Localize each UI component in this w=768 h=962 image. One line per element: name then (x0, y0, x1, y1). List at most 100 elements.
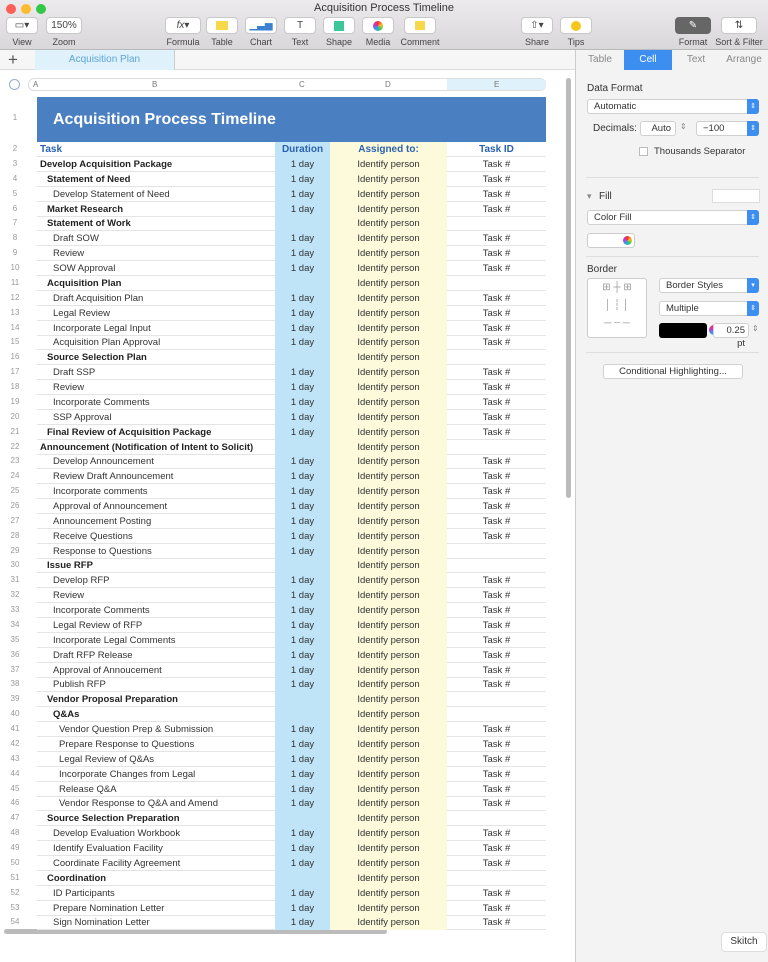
taskid-cell[interactable]: Task # (447, 335, 546, 350)
duration-cell[interactable]: 1 day (275, 201, 330, 217)
assigned-cell[interactable]: Identify person (330, 647, 447, 663)
task-cell[interactable]: Draft Acquisition Plan (37, 291, 275, 306)
skitch-button[interactable]: Skitch (721, 932, 767, 952)
taskid-cell[interactable] (447, 811, 546, 826)
task-cell[interactable]: Incorporate Changes from Legal (37, 767, 275, 782)
task-cell[interactable]: Publish RFP (37, 677, 275, 692)
duration-cell[interactable] (275, 439, 330, 455)
assigned-cell[interactable]: Identify person (330, 811, 447, 827)
taskid-cell[interactable]: Task # (447, 633, 546, 648)
tips-button[interactable]: Tips (560, 17, 592, 47)
taskid-cell[interactable]: Task # (447, 618, 546, 633)
duration-cell[interactable]: 1 day (275, 305, 330, 321)
taskid-cell[interactable]: Task # (447, 603, 546, 618)
taskid-cell[interactable]: Task # (447, 514, 546, 529)
assigned-cell[interactable]: Identify person (330, 409, 447, 425)
assigned-cell[interactable]: Identify person (330, 855, 447, 871)
task-cell[interactable]: Review Draft Announcement (37, 469, 275, 484)
taskid-cell[interactable]: Task # (447, 454, 546, 469)
taskid-cell[interactable]: Task # (447, 261, 546, 276)
border-styles-select[interactable]: Border Styles ▾ (659, 278, 759, 293)
duration-cell[interactable]: 1 day (275, 543, 330, 559)
taskid-cell[interactable]: Task # (447, 648, 546, 663)
share-button[interactable]: ⇧▾ Share (521, 17, 553, 47)
assigned-cell[interactable]: Identify person (330, 677, 447, 693)
duration-cell[interactable]: 1 day (275, 662, 330, 678)
taskid-cell[interactable]: Task # (447, 321, 546, 336)
taskid-cell[interactable]: Task # (447, 469, 546, 484)
assigned-cell[interactable]: Identify person (330, 826, 447, 842)
taskid-cell[interactable] (447, 440, 546, 455)
task-cell[interactable]: Approval of Annoucement (37, 663, 275, 678)
taskid-cell[interactable]: Task # (447, 722, 546, 737)
assigned-cell[interactable]: Identify person (330, 350, 447, 366)
duration-cell[interactable]: 1 day (275, 320, 330, 336)
table-title-cell[interactable]: Acquisition Process Timeline (37, 97, 546, 142)
assigned-cell[interactable]: Identify person (330, 632, 447, 648)
duration-cell[interactable]: 1 day (275, 915, 330, 931)
taskid-cell[interactable]: Task # (447, 767, 546, 782)
border-width-stepper[interactable]: ⇕ (752, 324, 759, 333)
duration-cell[interactable]: 1 day (275, 231, 330, 247)
taskid-cell[interactable]: Task # (447, 395, 546, 410)
color-wheel-icon[interactable] (623, 236, 632, 245)
tab-cell[interactable]: Cell (624, 50, 672, 70)
task-cell[interactable]: Announcement Posting (37, 514, 275, 529)
duration-cell[interactable]: 1 day (275, 766, 330, 782)
assigned-cell[interactable]: Identify person (330, 885, 447, 901)
view-button[interactable]: ▭▾ View (6, 17, 38, 47)
column-b[interactable]: B (152, 80, 157, 89)
task-cell[interactable]: Sign Nomination Letter (37, 915, 275, 930)
assigned-cell[interactable]: Identify person (330, 781, 447, 797)
assigned-cell[interactable]: Identify person (330, 915, 447, 931)
column-d[interactable]: D (385, 80, 391, 89)
task-cell[interactable]: Source Selection Plan (37, 350, 275, 365)
taskid-cell[interactable]: Task # (447, 796, 546, 811)
assigned-cell[interactable]: Identify person (330, 841, 447, 857)
border-horizontal-icon[interactable]: ─ ┄ ─ (588, 315, 646, 333)
taskid-cell[interactable] (447, 558, 546, 573)
header-duration[interactable]: Duration (275, 142, 330, 157)
taskid-cell[interactable] (447, 707, 546, 722)
task-cell[interactable]: Develop RFP (37, 573, 275, 588)
task-cell[interactable]: Q&As (37, 707, 275, 722)
border-grid-icon[interactable]: ⊞ ┼ ⊞ (588, 279, 646, 297)
taskid-cell[interactable]: Task # (447, 529, 546, 544)
column-c[interactable]: C (299, 80, 305, 89)
task-cell[interactable]: Incorporate comments (37, 484, 275, 499)
taskid-cell[interactable] (447, 350, 546, 365)
duration-cell[interactable] (275, 558, 330, 574)
task-cell[interactable]: Legal Review (37, 306, 275, 321)
header-assigned[interactable]: Assigned to: (330, 142, 447, 157)
assigned-cell[interactable]: Identify person (330, 751, 447, 767)
taskid-cell[interactable]: Task # (447, 841, 546, 856)
assigned-cell[interactable]: Identify person (330, 275, 447, 291)
duration-cell[interactable] (275, 275, 330, 291)
task-cell[interactable]: ID Participants (37, 886, 275, 901)
duration-cell[interactable]: 1 day (275, 781, 330, 797)
taskid-cell[interactable]: Task # (447, 306, 546, 321)
task-cell[interactable]: Vendor Question Prep & Submission (37, 722, 275, 737)
thousands-checkbox[interactable] (639, 147, 648, 156)
duration-cell[interactable]: 1 day (275, 528, 330, 544)
duration-cell[interactable]: 1 day (275, 677, 330, 693)
taskid-cell[interactable]: Task # (447, 737, 546, 752)
task-cell[interactable]: Develop Acquisition Package (37, 157, 275, 172)
task-cell[interactable]: Statement of Need (37, 172, 275, 187)
task-cell[interactable]: Coordinate Facility Agreement (37, 856, 275, 871)
assigned-cell[interactable]: Identify person (330, 157, 447, 172)
table-button[interactable]: Table (206, 17, 238, 47)
task-cell[interactable]: Prepare Response to Questions (37, 737, 275, 752)
task-cell[interactable]: Incorporate Comments (37, 395, 275, 410)
taskid-cell[interactable] (447, 544, 546, 559)
assigned-cell[interactable]: Identify person (330, 573, 447, 589)
task-cell[interactable]: Announcement (Notification of Intent to … (37, 440, 275, 455)
assigned-cell[interactable]: Identify person (330, 261, 447, 277)
assigned-cell[interactable]: Identify person (330, 617, 447, 633)
duration-cell[interactable]: 1 day (275, 573, 330, 589)
conditional-highlighting-button[interactable]: Conditional Highlighting... (603, 364, 743, 379)
tab-arrange[interactable]: Arrange (720, 50, 768, 70)
assigned-cell[interactable]: Identify person (330, 216, 447, 232)
format-button[interactable]: ✎ Format (675, 17, 711, 47)
assigned-cell[interactable]: Identify person (330, 543, 447, 559)
